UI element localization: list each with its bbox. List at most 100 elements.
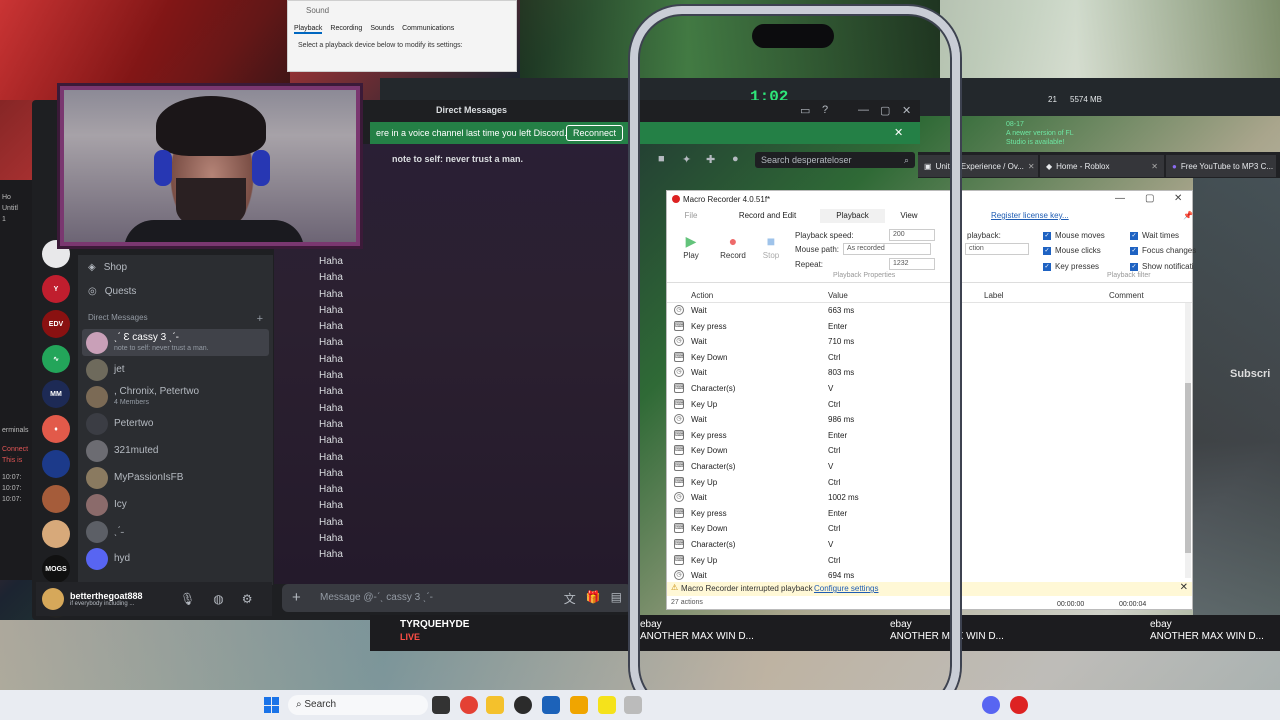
windows-start-icon[interactable] (264, 697, 280, 713)
nav-shop[interactable]: ◈ Shop (78, 255, 273, 279)
server-icon[interactable]: MM (42, 380, 70, 408)
tab-sounds[interactable]: Sounds (370, 25, 394, 34)
dm-item[interactable]: , Chronix, Petertwo 4 Members (78, 383, 273, 410)
mouse-moves-checkbox[interactable]: ✓ Mouse moves (1043, 231, 1105, 240)
avatar[interactable] (42, 588, 64, 610)
server-icon[interactable]: EDV (42, 310, 70, 338)
dm-name: ˎˊ Ɛ cassy 3 ˎˊ- (114, 331, 179, 343)
dm-item[interactable]: Petertwo (78, 410, 273, 437)
attach-icon[interactable]: + (292, 589, 301, 606)
terminal-line: Ho (2, 194, 11, 201)
chrome-icon[interactable] (460, 696, 478, 714)
avatar (86, 358, 108, 381)
translate-icon[interactable]: 文 (564, 590, 576, 607)
col-comment[interactable]: Comment (1109, 291, 1144, 300)
server-icon[interactable]: ∿ (42, 345, 70, 373)
gift-icon[interactable]: 🎁 (586, 590, 601, 607)
video-item[interactable]: ebay ANOTHER MAX WIN D... (1150, 619, 1264, 643)
microphone-icon[interactable]: 🎙 (180, 592, 195, 606)
gif-icon[interactable]: ▤ (611, 590, 622, 607)
message-list: Haha Haha Haha Haha Haha Haha Haha Haha Haha Haha… (319, 256, 343, 566)
checkbox-checked-icon: ✓ (1130, 246, 1138, 255)
avatar (86, 493, 108, 516)
converter-icon: ● (1172, 161, 1177, 171)
chat-message: Haha (319, 386, 343, 398)
close-icon[interactable]: ✕ (1028, 162, 1035, 171)
app-icon[interactable] (624, 696, 642, 714)
app-icon[interactable] (598, 696, 616, 714)
checkbox-label: Mouse moves (1055, 231, 1105, 240)
server-icon[interactable] (42, 450, 70, 478)
focus-changes-checkbox[interactable]: ✓ Focus changes (1130, 246, 1196, 255)
dm-items: ˎˊ Ɛ cassy 3 ˎˊ-note to self: never trus… (78, 329, 273, 572)
server-icon[interactable]: MOGS (42, 555, 70, 583)
tab-playback[interactable]: Playback (294, 25, 323, 34)
server-icon[interactable] (42, 485, 70, 513)
dm-item[interactable]: hyd (78, 545, 273, 572)
chat-message: Haha (319, 435, 343, 447)
nav-label: Quests (104, 285, 137, 297)
fl-cpu-value: 21 (1048, 95, 1057, 104)
tab-communications[interactable]: Communications (402, 25, 454, 34)
app-icon[interactable] (514, 696, 532, 714)
dm-item[interactable]: MyPassionIsFB (78, 464, 273, 491)
macro-recorder-icon[interactable] (1010, 696, 1028, 714)
message-input[interactable]: + Message @-ˊˎ cassy 3 ˎˊ- 文 🎁 ▤ (282, 584, 632, 612)
wait-times-checkbox[interactable]: ✓ Wait times (1130, 231, 1179, 240)
discord-icon[interactable] (982, 696, 1000, 714)
file-explorer-icon[interactable] (486, 696, 504, 714)
terminal-line: 10:07: (2, 474, 22, 481)
chat-message: Haha (319, 533, 343, 545)
dm-text: MyPassionIsFB (114, 472, 183, 483)
tab-recording[interactable]: Recording (330, 25, 362, 34)
register-license-link[interactable]: Register license key... (991, 209, 1069, 222)
browser-tab-3[interactable]: ● Free YouTube to MP3 C... (1166, 155, 1276, 177)
fl-update-notice[interactable]: 08-17 A newer version of FL Studio is av… (1006, 120, 1086, 147)
mouse-clicks-checkbox[interactable]: ✓ Mouse clicks (1043, 246, 1101, 255)
server-icon[interactable]: ♦ (42, 415, 70, 443)
nav-quests[interactable]: ◎ Quests (78, 279, 273, 303)
windows-taskbar: ⌕ Search (0, 690, 1280, 720)
headset-icon (252, 150, 270, 186)
playback-action-label: playback: (967, 231, 1001, 240)
dm-item[interactable]: jet (78, 356, 273, 383)
dm-item[interactable]: Icy (78, 491, 273, 518)
create-dm-icon[interactable]: + (257, 313, 263, 325)
task-view-icon[interactable] (432, 696, 450, 714)
phone-notch (752, 24, 834, 48)
gear-icon[interactable]: ⚙ (242, 592, 253, 606)
minimize-icon[interactable]: — (1115, 193, 1125, 204)
actions-scrollbar[interactable] (1185, 303, 1191, 578)
subscribe-button[interactable]: Subscri (1230, 368, 1270, 380)
reconnect-button[interactable]: Reconnect (566, 125, 624, 141)
fl-memory-value: 5574 MB (1070, 95, 1103, 104)
server-icon[interactable]: Y (42, 275, 70, 303)
show-notifications-checkbox[interactable]: ✓ Show notificati (1130, 262, 1194, 271)
sound-tabs: Playback Recording Sounds Communications (288, 21, 516, 38)
taskbar-search[interactable]: ⌕ Search (288, 695, 428, 715)
dm-item[interactable]: ˎˊ Ɛ cassy 3 ˎˊ-note to self: never trus… (82, 329, 269, 356)
col-label[interactable]: Label (984, 291, 1004, 300)
scrollbar-thumb[interactable] (1185, 383, 1191, 553)
dm-item[interactable]: ˎˊ˗ (78, 518, 273, 545)
avatar (86, 439, 108, 462)
key-presses-checkbox[interactable]: ✓ Key presses (1043, 262, 1099, 271)
bg-shape-right (1193, 178, 1280, 618)
server-icon[interactable] (42, 520, 70, 548)
pin-icon[interactable]: 📌 (1183, 209, 1193, 222)
maximize-icon[interactable]: ▢ (1145, 193, 1154, 204)
browser-tab-2[interactable]: ◆ Home - Roblox ✕ (1040, 155, 1164, 177)
close-icon[interactable]: ✕ (1151, 162, 1158, 171)
bg-shape-white (940, 0, 1280, 78)
close-icon[interactable]: ✕ (1180, 582, 1188, 593)
headphones-icon[interactable]: ◍ (213, 592, 223, 606)
dm-item[interactable]: 321muted (78, 437, 273, 464)
chat-message: Haha (319, 500, 343, 512)
app-icon[interactable] (570, 696, 588, 714)
video-item[interactable]: TYRQUEHYDE LIVE (400, 619, 469, 643)
playback-action-select[interactable]: ction (965, 243, 1029, 255)
app-icon[interactable] (542, 696, 560, 714)
terminal-line: erminals (2, 427, 29, 434)
phone-frame-overlay (630, 6, 960, 718)
close-icon[interactable]: ✕ (1174, 193, 1182, 204)
